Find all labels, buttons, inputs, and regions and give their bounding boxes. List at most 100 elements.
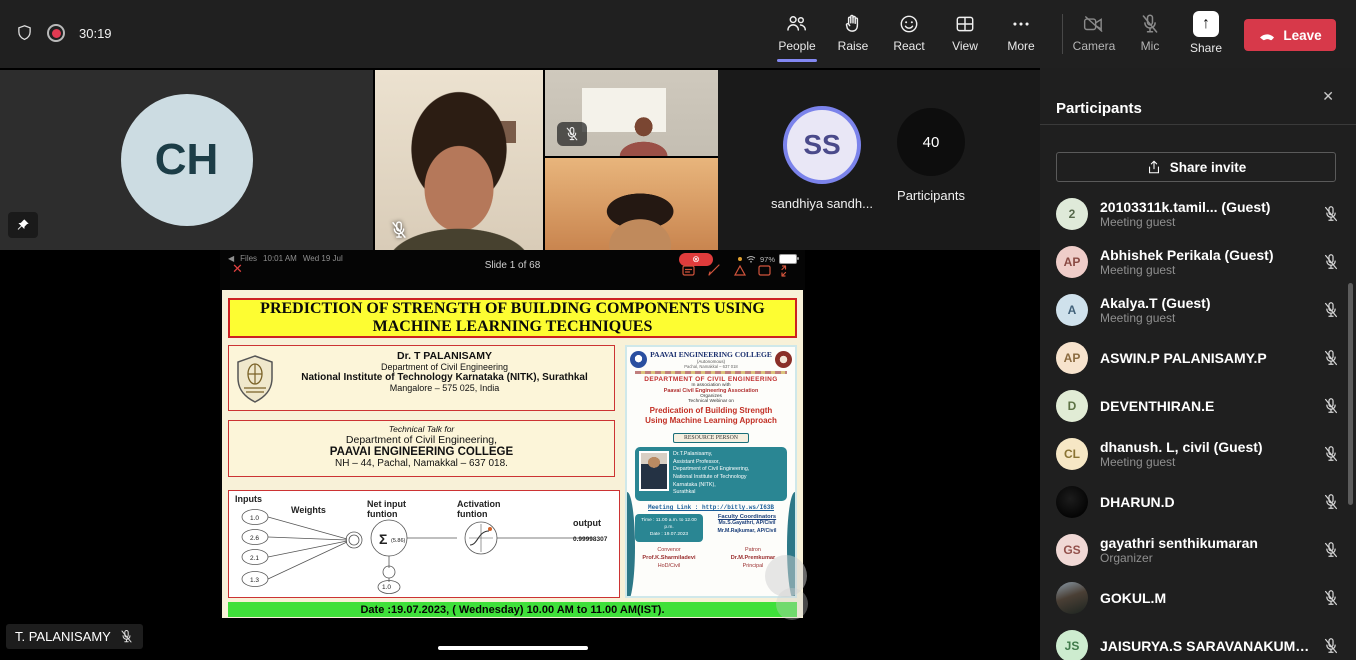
person-inst1: National Institute of Technology (673, 474, 749, 482)
convenor-label: Convenor (627, 546, 711, 554)
pin-button[interactable] (8, 212, 38, 238)
speaker-dept: Department of Civil Engineering (279, 362, 610, 372)
talk-dept: Department of Civil Engineering, (229, 434, 614, 446)
participant-row[interactable]: DHARUN.D (1040, 478, 1356, 526)
presenter-name: T. PALANISAMY (15, 629, 111, 644)
annotation-toolbar-icons[interactable] (681, 263, 799, 279)
video-tile-ch[interactable]: CH (0, 70, 373, 250)
participant-subtitle: Meeting guest (1100, 311, 1310, 325)
presentation-slide: PREDICTION OF STRENGTH OF BUILDING COMPO… (222, 290, 803, 618)
ipad-status-bar: ◀ Files 10:01 AM Wed 19 Jul ✕ Slide 1 of… (220, 250, 805, 290)
slide-date-bar: Date :19.07.2023, ( Wednesday) 10.00 AM … (228, 602, 797, 617)
share-invite-button[interactable]: Share invite (1056, 152, 1336, 182)
speaker-box: Dr. T PALANISAMY Department of Civil Eng… (228, 345, 615, 411)
participant-row[interactable]: GOKUL.M (1040, 574, 1356, 622)
overflow-participants-tile[interactable]: 40 Participants (861, 108, 1001, 203)
participant-row[interactable]: A Akalya.T (Guest) Meeting guest (1040, 286, 1356, 334)
more-button[interactable]: More (996, 6, 1046, 60)
scroll-handle-secondary[interactable] (776, 588, 808, 620)
participant-avatar: JS (1056, 630, 1088, 660)
more-label: More (1007, 39, 1034, 53)
participant-row[interactable]: D DEVENTHIRAN.E (1040, 382, 1356, 430)
recording-status: 30:19 (16, 24, 112, 42)
slide-title: PREDICTION OF STRENGTH OF BUILDING COMPO… (228, 298, 797, 338)
participant-name: ASWIN.P PALANISAMY.P (1100, 350, 1310, 366)
meeting-stage: CH SS sandhiya sandh... 40 Participants (0, 68, 1040, 660)
participant-avatar (1056, 582, 1088, 614)
participant-name: gayathri senthikumaran (1100, 535, 1310, 551)
diagram-net-label1: Net input (367, 499, 406, 509)
participant-avatar: AP (1056, 246, 1088, 278)
mic-off-icon (1322, 445, 1340, 463)
poster-dept: DEPARTMENT OF CIVIL ENGINEERING (627, 376, 795, 383)
speaker-institute: National Institute of Technology Karnata… (279, 372, 610, 383)
convenor-role: HoD/Civil (627, 562, 711, 570)
diagram-act-label2: funtion (457, 509, 488, 519)
participant-meta: GOKUL.M (1100, 590, 1310, 606)
input-value-1: 1.0 (250, 515, 259, 522)
talk-for-label: Technical Talk for (229, 424, 614, 434)
participant-row[interactable]: CL dhanush. L, civil (Guest) Meeting gue… (1040, 430, 1356, 478)
participant-subtitle: Meeting guest (1100, 263, 1310, 277)
toolbar-nav-group: People Raise React View More (772, 6, 1046, 60)
participant-meta: 20103311k.tamil... (Guest) Meeting guest (1100, 199, 1310, 229)
toolbar-device-group: Camera Mic ↑ Share (1069, 6, 1231, 60)
panel-title: Participants (1056, 100, 1142, 117)
close-panel-button[interactable]: ✕ (1322, 88, 1334, 105)
react-button[interactable]: React (884, 6, 934, 60)
convenor-block: Convenor Prof.K.Sharmiladevi HoD/Civil (627, 546, 711, 571)
speaker-city: Mangalore – 575 025, India (279, 383, 610, 393)
participant-row[interactable]: AP ASWIN.P PALANISAMY.P (1040, 334, 1356, 382)
sum-symbol: Σ (379, 531, 387, 547)
toolbar-divider (1062, 14, 1063, 54)
avatar: CH (121, 94, 253, 226)
meeting-link: Meeting Link : http://bitly.ws/I63B (627, 504, 795, 511)
panel-scrollbar[interactable] (1348, 283, 1353, 505)
video-tile-participant-1[interactable] (545, 70, 718, 156)
patron-label: Patron (711, 546, 795, 554)
diagram-inputs-label: Inputs (235, 494, 262, 504)
participant-row[interactable]: 2 20103311k.tamil... (Guest) Meeting gue… (1040, 190, 1356, 238)
mic-button[interactable]: Mic (1125, 6, 1175, 60)
poster-webinar-label: Technical Webinar on (627, 399, 795, 404)
camera-button[interactable]: Camera (1069, 6, 1119, 60)
meeting-timer: 30:19 (79, 26, 112, 41)
view-grid-icon (954, 13, 976, 35)
participant-row[interactable]: AP Abhishek Perikala (Guest) Meeting gue… (1040, 238, 1356, 286)
shared-screen[interactable]: ◀ Files 10:01 AM Wed 19 Jul ✕ Slide 1 of… (220, 250, 805, 660)
resource-person-photo (639, 451, 669, 491)
mic-off-icon (1322, 541, 1340, 559)
view-button[interactable]: View (940, 6, 990, 60)
mic-off-icon (389, 220, 409, 240)
share-button[interactable]: ↑ Share (1181, 6, 1231, 60)
video-tile-participant-2[interactable] (545, 158, 718, 250)
video-tile-speaker[interactable] (375, 70, 543, 250)
participant-row[interactable]: GS gayathri senthikumaran Organizer (1040, 526, 1356, 574)
poster-title: Predication of Building Strength Using M… (627, 406, 795, 426)
react-label: React (893, 39, 924, 53)
people-button[interactable]: People (772, 6, 822, 60)
participant-row[interactable]: JS JAISURYA.S SARAVANAKUMAR.T (1040, 622, 1356, 660)
participant-meta: DHARUN.D (1100, 494, 1310, 510)
webinar-time: Time : 11.00 a.m. to 12.00 p.m. (637, 517, 701, 531)
participant-name: 20103311k.tamil... (Guest) (1100, 199, 1310, 215)
mic-active-dot (738, 257, 742, 261)
mic-off-icon (119, 629, 134, 644)
sum-value: (5.86) (391, 538, 406, 544)
mic-off-icon (1322, 253, 1340, 271)
home-indicator[interactable] (438, 646, 588, 650)
view-label: View (952, 39, 978, 53)
bias-value: 1.0 (382, 584, 391, 591)
mic-off-icon (1322, 493, 1340, 511)
person-dept: Department of Civil Engineering, (673, 466, 749, 474)
raise-button[interactable]: Raise (828, 6, 878, 60)
nitk-emblem (235, 354, 275, 404)
leave-button[interactable]: Leave (1244, 19, 1336, 51)
participant-name: DEVENTHIRAN.E (1100, 398, 1310, 414)
camera-off-icon (1083, 13, 1105, 35)
faculty-coordinators: Faculty Coordinators Ms.S.Gayathri, AP/C… (707, 514, 787, 536)
participant-list: 2 20103311k.tamil... (Guest) Meeting gue… (1040, 190, 1356, 660)
presenter-name-tag: T. PALANISAMY (6, 624, 143, 649)
poster-title-line2: Using Machine Learning Approach (627, 416, 795, 426)
react-smiley-icon (898, 13, 920, 35)
